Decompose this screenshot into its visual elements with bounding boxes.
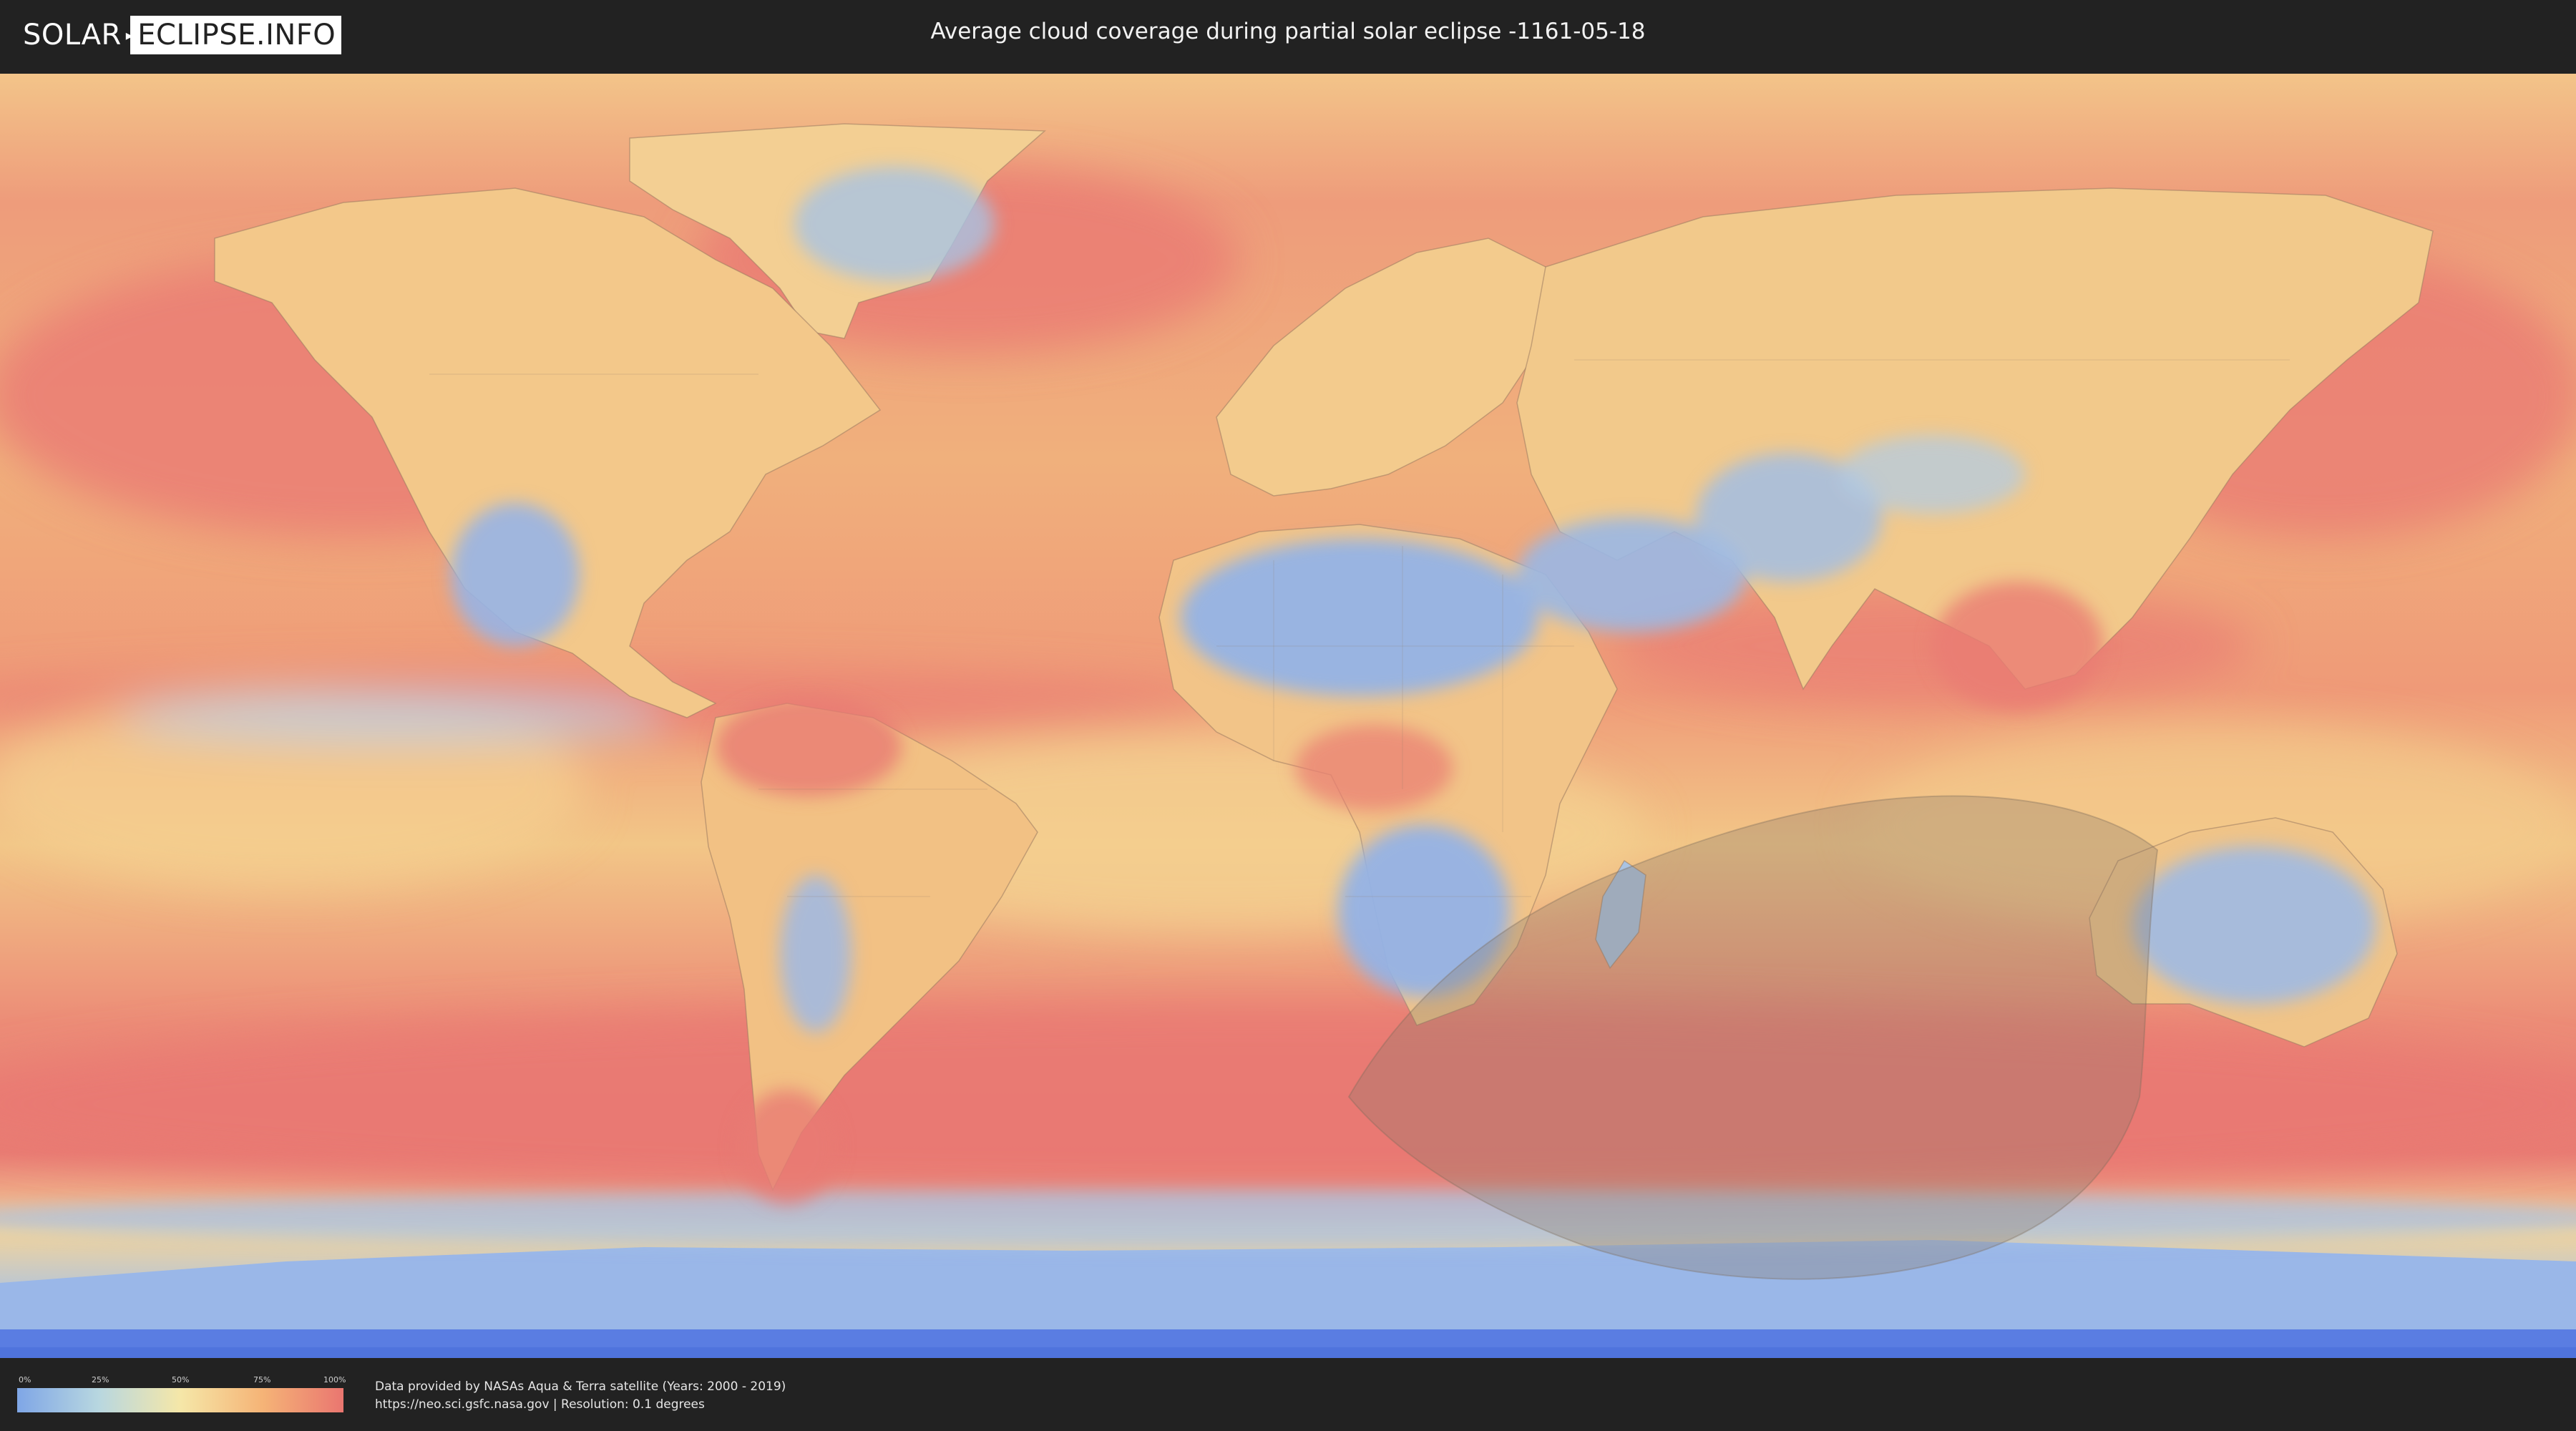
legend-ticks: 0% 25% 50% 75% 100% [17, 1375, 346, 1387]
header-bar: SOLAR ▸ ECLIPSE.INFO Average cloud cover… [0, 0, 2576, 72]
legend-gradient-bar [17, 1388, 343, 1412]
cloud-coverage-legend: 0% 25% 50% 75% 100% [17, 1375, 346, 1412]
cloud-coverage-map[interactable] [0, 74, 2576, 1358]
legend-tick-25: 25% [92, 1375, 109, 1384]
attribution-line-url: https://neo.sci.gsfc.nasa.gov | Resoluti… [375, 1397, 705, 1412]
legend-tick-75: 75% [253, 1375, 271, 1384]
world-map-svg [0, 74, 2576, 1358]
attribution-line-source: Data provided by NASAs Aqua & Terra sate… [375, 1379, 786, 1394]
page-title: Average cloud coverage during partial so… [930, 19, 1646, 44]
legend-tick-100: 100% [323, 1375, 346, 1384]
legend-tick-0: 0% [19, 1375, 31, 1384]
legend-tick-50: 50% [172, 1375, 190, 1384]
data-attribution: Data provided by NASAs Aqua & Terra sate… [375, 1378, 786, 1414]
